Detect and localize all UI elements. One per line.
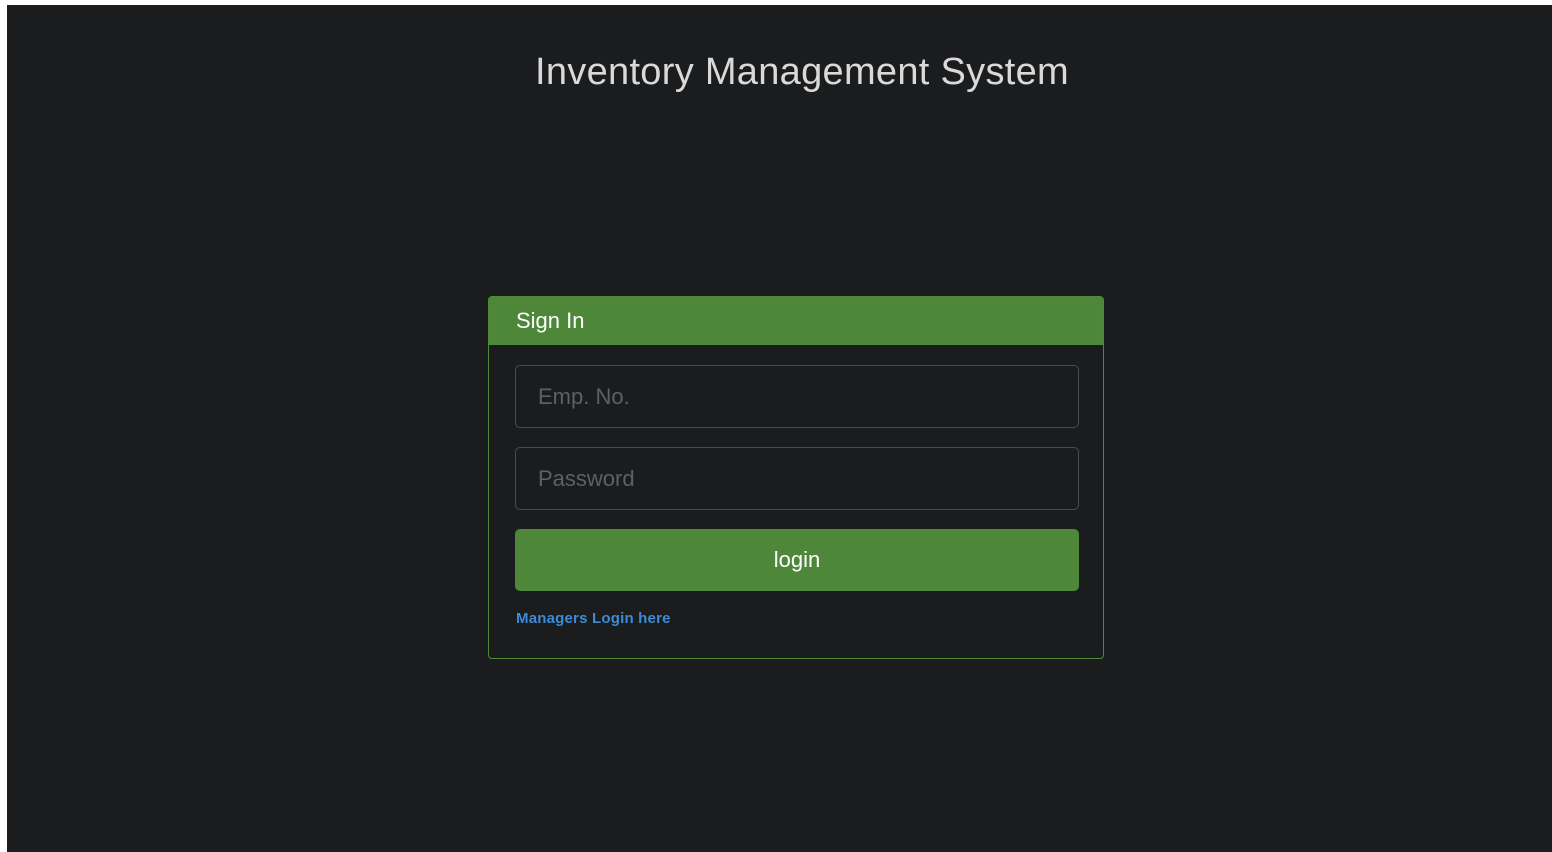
- sign-in-heading: Sign In: [516, 307, 585, 333]
- page-title: Inventory Management System: [534, 51, 1069, 93]
- emp-no-input[interactable]: [515, 365, 1079, 428]
- sign-in-panel: Sign In login Managers Login here: [488, 296, 1104, 659]
- login-button[interactable]: login: [515, 529, 1079, 591]
- panel-heading: Sign In: [489, 297, 1103, 345]
- login-screen: Inventory Management System Sign In logi…: [7, 5, 1552, 852]
- password-input[interactable]: [515, 447, 1079, 510]
- managers-login-link[interactable]: Managers Login here: [516, 610, 671, 627]
